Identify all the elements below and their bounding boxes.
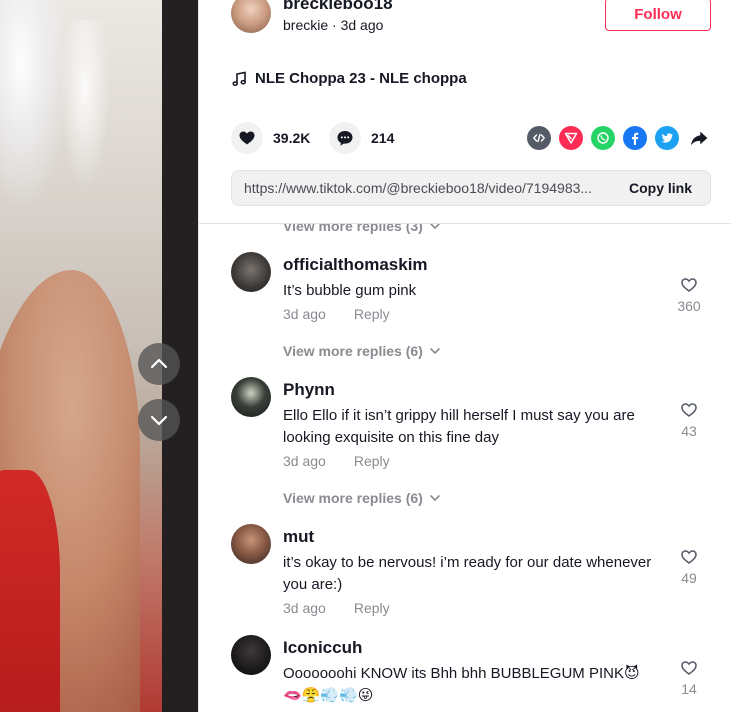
- embed-icon[interactable]: [527, 126, 551, 150]
- comment-like[interactable]: 360: [669, 276, 709, 314]
- video-link-bar: https://www.tiktok.com/@breckieboo18/vid…: [231, 170, 711, 206]
- heart-outline-icon[interactable]: [680, 659, 698, 677]
- music-title: NLE Choppa 23 - NLE choppa: [255, 70, 467, 87]
- share-row: [527, 126, 711, 150]
- detail-panel: breckieboo18 breckie · 3d ago Follow NLE…: [199, 0, 731, 712]
- comment-like-count: 14: [681, 681, 697, 697]
- video-subject-clothing: [0, 470, 60, 712]
- comment-text: Ooooooohi KNOW its Bhh bhh BUBBLEGUM PIN…: [283, 665, 640, 704]
- comment-like-count: 43: [681, 423, 697, 439]
- video-frame[interactable]: [0, 0, 162, 712]
- commenter-username[interactable]: Iconiccuh: [283, 638, 362, 658]
- comment-meta: 3d ago Reply: [283, 600, 390, 616]
- comment-meta: 3d ago Reply: [283, 306, 390, 322]
- heart-icon: [239, 131, 255, 145]
- heart-outline-icon[interactable]: [680, 548, 698, 566]
- reply-button[interactable]: Reply: [354, 600, 390, 616]
- comment-like[interactable]: 43: [669, 401, 709, 439]
- comment-list[interactable]: View more replies (3) officialthomaskim …: [199, 224, 731, 712]
- view-more-replies-link[interactable]: View more replies (6): [283, 343, 441, 359]
- commenter-avatar[interactable]: [231, 635, 271, 675]
- video-url-field[interactable]: https://www.tiktok.com/@breckieboo18/vid…: [232, 180, 617, 196]
- comment-like-count: 360: [677, 298, 701, 314]
- facebook-icon[interactable]: [623, 126, 647, 150]
- comment-time: 3d ago: [283, 600, 326, 616]
- follow-button[interactable]: Follow: [605, 0, 711, 31]
- chevron-down-icon: [430, 495, 440, 502]
- comment-like[interactable]: 49: [669, 548, 709, 586]
- heart-outline-icon[interactable]: [680, 276, 698, 294]
- view-more-replies-label: View more replies (3): [283, 224, 423, 234]
- music-note-icon: [232, 71, 246, 86]
- copy-link-button[interactable]: Copy link: [617, 180, 710, 196]
- chevron-down-icon: [430, 224, 440, 230]
- previous-video-button[interactable]: [138, 343, 180, 385]
- view-more-replies-link[interactable]: View more replies (3): [283, 224, 441, 234]
- author-subtitle: breckie · 3d ago: [283, 17, 383, 33]
- share-arrow-icon[interactable]: [687, 126, 711, 150]
- commenter-avatar[interactable]: [231, 252, 271, 292]
- separator-dot: ·: [328, 17, 341, 33]
- like-count: 39.2K: [273, 130, 311, 146]
- reply-button[interactable]: Reply: [354, 453, 390, 469]
- comment-text: it’s okay to be nervous! i’m ready for o…: [283, 554, 652, 593]
- like-stat[interactable]: 39.2K: [231, 122, 310, 154]
- comment-time: 3d ago: [283, 453, 326, 469]
- commenter-username[interactable]: officialthomaskim: [283, 255, 428, 275]
- send-to-friends-icon[interactable]: [559, 126, 583, 150]
- chevron-down-icon: [430, 348, 440, 355]
- comment-text: Ello Ello if it isn’t grippy hill hersel…: [283, 407, 635, 446]
- chevron-down-icon: [150, 415, 168, 426]
- twitter-icon[interactable]: [655, 126, 679, 150]
- comment-text: It’s bubble gum pink: [283, 282, 417, 299]
- next-video-button[interactable]: [138, 399, 180, 441]
- comment-count: 214: [371, 130, 395, 146]
- author-username[interactable]: breckieboo18: [283, 0, 393, 14]
- author-display-name: breckie: [283, 17, 329, 33]
- comment-bubble-icon: [337, 131, 353, 146]
- commenter-avatar[interactable]: [231, 524, 271, 564]
- like-button[interactable]: [231, 122, 263, 154]
- comment-time: 3d ago: [283, 306, 326, 322]
- comment-like-count: 49: [681, 570, 697, 586]
- commenter-username[interactable]: Phynn: [283, 380, 335, 400]
- reply-button[interactable]: Reply: [354, 306, 390, 322]
- music-link[interactable]: NLE Choppa 23 - NLE choppa: [231, 70, 467, 87]
- view-more-replies-label: View more replies (6): [283, 343, 423, 359]
- comment-button[interactable]: [329, 122, 361, 154]
- commenter-avatar[interactable]: [231, 377, 271, 417]
- comment-meta: 3d ago Reply: [283, 453, 390, 469]
- chevron-up-icon: [150, 358, 168, 369]
- comment-stat[interactable]: 214: [329, 122, 394, 154]
- chandelier-image-2: [60, 20, 110, 190]
- author-avatar[interactable]: [231, 0, 271, 33]
- heart-outline-icon[interactable]: [680, 401, 698, 419]
- view-more-replies-link[interactable]: View more replies (6): [283, 490, 441, 506]
- post-time: 3d ago: [340, 17, 384, 33]
- comment-like[interactable]: 14: [669, 659, 709, 697]
- view-more-replies-label: View more replies (6): [283, 490, 423, 506]
- commenter-username[interactable]: mut: [283, 527, 314, 547]
- whatsapp-icon[interactable]: [591, 126, 615, 150]
